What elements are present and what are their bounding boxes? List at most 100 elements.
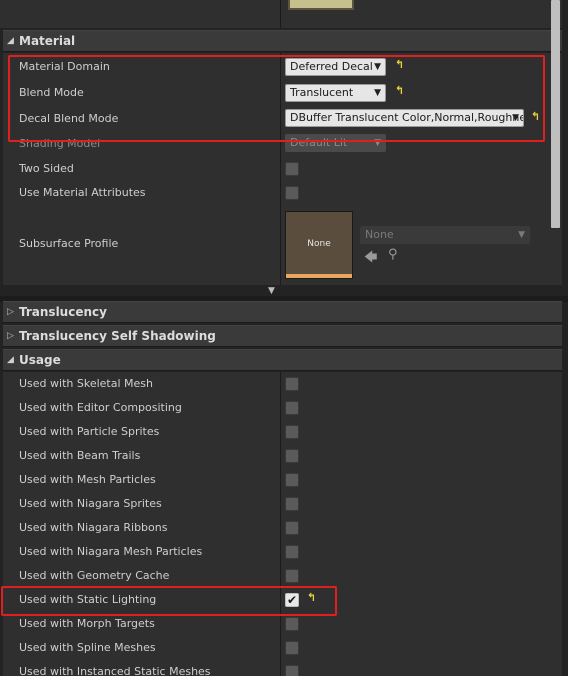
section-title: Translucency Self Shadowing xyxy=(19,329,216,343)
property-label: Used with Editor Compositing xyxy=(19,401,182,414)
reset-to-default-icon[interactable]: ↰ xyxy=(395,58,404,71)
usage-row: Used with Niagara Sprites xyxy=(3,492,562,516)
usage-checkbox[interactable] xyxy=(285,497,299,511)
usage-checkbox[interactable] xyxy=(285,377,299,391)
usage-row: Used with Spline Meshes xyxy=(3,636,562,660)
property-label: Used with Geometry Cache xyxy=(19,569,170,582)
expanded-arrow-icon: ◢ xyxy=(7,355,14,365)
left-arrow-icon[interactable]: 🡄 xyxy=(364,248,377,270)
decal-blend-mode-dropdown[interactable]: DBuffer Translucent Color,Normal,Roughne… xyxy=(285,109,524,127)
usage-row: Used with Niagara Mesh Particles xyxy=(3,540,562,564)
usage-checkbox[interactable] xyxy=(285,521,299,535)
section-title: Usage xyxy=(19,353,61,367)
property-row-shading-model: Shading Model Default Lit ▼ xyxy=(3,133,562,157)
property-label: Used with Skeletal Mesh xyxy=(19,377,153,390)
usage-row-static-lighting: Used with Static Lighting ✔ ↰ xyxy=(3,588,562,612)
property-label: Used with Mesh Particles xyxy=(19,473,156,486)
usage-checkbox[interactable] xyxy=(285,449,299,463)
usage-row: Used with Morph Targets xyxy=(3,612,562,636)
search-icon[interactable]: ⚲ xyxy=(388,247,398,262)
usage-row: Used with Particle Sprites xyxy=(3,420,562,444)
subsurface-profile-thumbnail[interactable]: None xyxy=(285,211,353,279)
property-row-blend-mode: Blend Mode Translucent ▼ ↰ xyxy=(3,81,562,105)
subsurface-profile-asset-picker[interactable]: None ▼ xyxy=(360,226,530,244)
material-domain-dropdown[interactable]: Deferred Decal ▼ xyxy=(285,58,386,76)
blend-mode-dropdown[interactable]: Translucent ▼ xyxy=(285,84,386,102)
asset-type-color-bar xyxy=(286,274,352,278)
usage-checkbox[interactable] xyxy=(285,641,299,655)
dropdown-value: DBuffer Translucent Color,Normal,Roughne… xyxy=(290,111,524,124)
collapsed-arrow-icon: ▷ xyxy=(7,331,14,341)
shading-model-dropdown: Default Lit ▼ xyxy=(285,134,386,152)
property-row-material-domain: Material Domain Deferred Decal ▼ ↰ xyxy=(3,55,562,79)
reset-to-default-icon[interactable]: ↰ xyxy=(531,110,540,123)
property-label: Used with Static Lighting xyxy=(19,593,157,606)
property-label: Used with Instanced Static Meshes xyxy=(19,665,211,676)
checkmark-icon: ✔ xyxy=(286,593,298,607)
property-label: Used with Morph Targets xyxy=(19,617,155,630)
property-label: Used with Niagara Ribbons xyxy=(19,521,168,534)
property-label: Used with Niagara Mesh Particles xyxy=(19,545,203,558)
usage-checkbox[interactable] xyxy=(285,425,299,439)
collapsed-arrow-icon: ▷ xyxy=(7,307,14,317)
expanded-arrow-icon: ◢ xyxy=(7,36,14,46)
usage-checkbox[interactable] xyxy=(285,401,299,415)
details-panel: ◢ Material Material Domain Deferred Deca… xyxy=(0,0,568,676)
triangle-down-icon[interactable]: ▼ xyxy=(268,286,275,296)
property-label: Material Domain xyxy=(19,60,110,73)
dropdown-value: Translucent xyxy=(290,86,354,99)
material-properties: Material Domain Deferred Decal ▼ ↰ Blend… xyxy=(3,53,562,285)
use-material-attributes-checkbox[interactable] xyxy=(285,186,299,200)
section-header-translucency[interactable]: ▷ Translucency xyxy=(3,301,562,323)
reset-to-default-icon[interactable]: ↰ xyxy=(307,591,316,604)
previous-section-remnant xyxy=(0,0,562,28)
usage-row: Used with Skeletal Mesh xyxy=(3,372,562,396)
usage-row: Used with Instanced Static Meshes xyxy=(3,660,562,676)
property-label: Use Material Attributes xyxy=(19,186,146,199)
column-divider xyxy=(280,0,281,28)
usage-row: Used with Editor Compositing xyxy=(3,396,562,420)
section-header-usage[interactable]: ◢ Usage xyxy=(3,349,562,371)
asset-picker-value: None xyxy=(365,228,394,241)
section-header-material[interactable]: ◢ Material xyxy=(3,30,562,52)
two-sided-checkbox[interactable] xyxy=(285,162,299,176)
dropdown-value: Deferred Decal xyxy=(290,60,373,73)
chevron-down-icon: ▼ xyxy=(374,88,381,98)
chevron-down-icon: ▼ xyxy=(374,138,381,148)
section-title: Material xyxy=(19,34,76,48)
section-title: Translucency xyxy=(19,305,107,319)
usage-row: Used with Geometry Cache xyxy=(3,564,562,588)
usage-row: Used with Beam Trails xyxy=(3,444,562,468)
scrollbar-thumb[interactable] xyxy=(551,0,560,228)
dropdown-value: Default Lit xyxy=(290,136,348,149)
property-label: Decal Blend Mode xyxy=(19,112,119,125)
usage-row: Used with Niagara Ribbons xyxy=(3,516,562,540)
usage-checkbox[interactable] xyxy=(285,545,299,559)
section-header-translucency-self-shadowing[interactable]: ▷ Translucency Self Shadowing xyxy=(3,325,562,347)
thumbnail-label: None xyxy=(307,239,331,249)
property-row-decal-blend-mode: Decal Blend Mode DBuffer Translucent Col… xyxy=(3,107,562,131)
usage-properties: Used with Skeletal Mesh Used with Editor… xyxy=(3,372,562,676)
usage-checkbox[interactable] xyxy=(285,473,299,487)
usage-checkbox[interactable] xyxy=(285,569,299,583)
asset-thumbnail-remnant xyxy=(288,0,354,10)
chevron-down-icon: ▼ xyxy=(518,230,525,240)
usage-checkbox[interactable] xyxy=(285,665,299,676)
property-label: Shading Model xyxy=(19,137,101,150)
reset-to-default-icon[interactable]: ↰ xyxy=(395,84,404,97)
property-label: Used with Niagara Sprites xyxy=(19,497,162,510)
property-label: Used with Beam Trails xyxy=(19,449,141,462)
property-row-use-material-attributes: Use Material Attributes xyxy=(3,181,562,205)
usage-row: Used with Mesh Particles xyxy=(3,468,562,492)
property-row-two-sided: Two Sided xyxy=(3,157,562,181)
scrollbar[interactable] xyxy=(551,0,560,228)
property-label: Used with Particle Sprites xyxy=(19,425,160,438)
property-label: Blend Mode xyxy=(19,86,84,99)
usage-checkbox[interactable] xyxy=(285,617,299,631)
chevron-down-icon: ▼ xyxy=(512,113,519,123)
chevron-down-icon: ▼ xyxy=(374,62,381,72)
property-label: Two Sided xyxy=(19,162,74,175)
property-label: Used with Spline Meshes xyxy=(19,641,156,654)
property-label: Subsurface Profile xyxy=(19,237,119,250)
static-lighting-checkbox[interactable]: ✔ xyxy=(285,593,299,607)
